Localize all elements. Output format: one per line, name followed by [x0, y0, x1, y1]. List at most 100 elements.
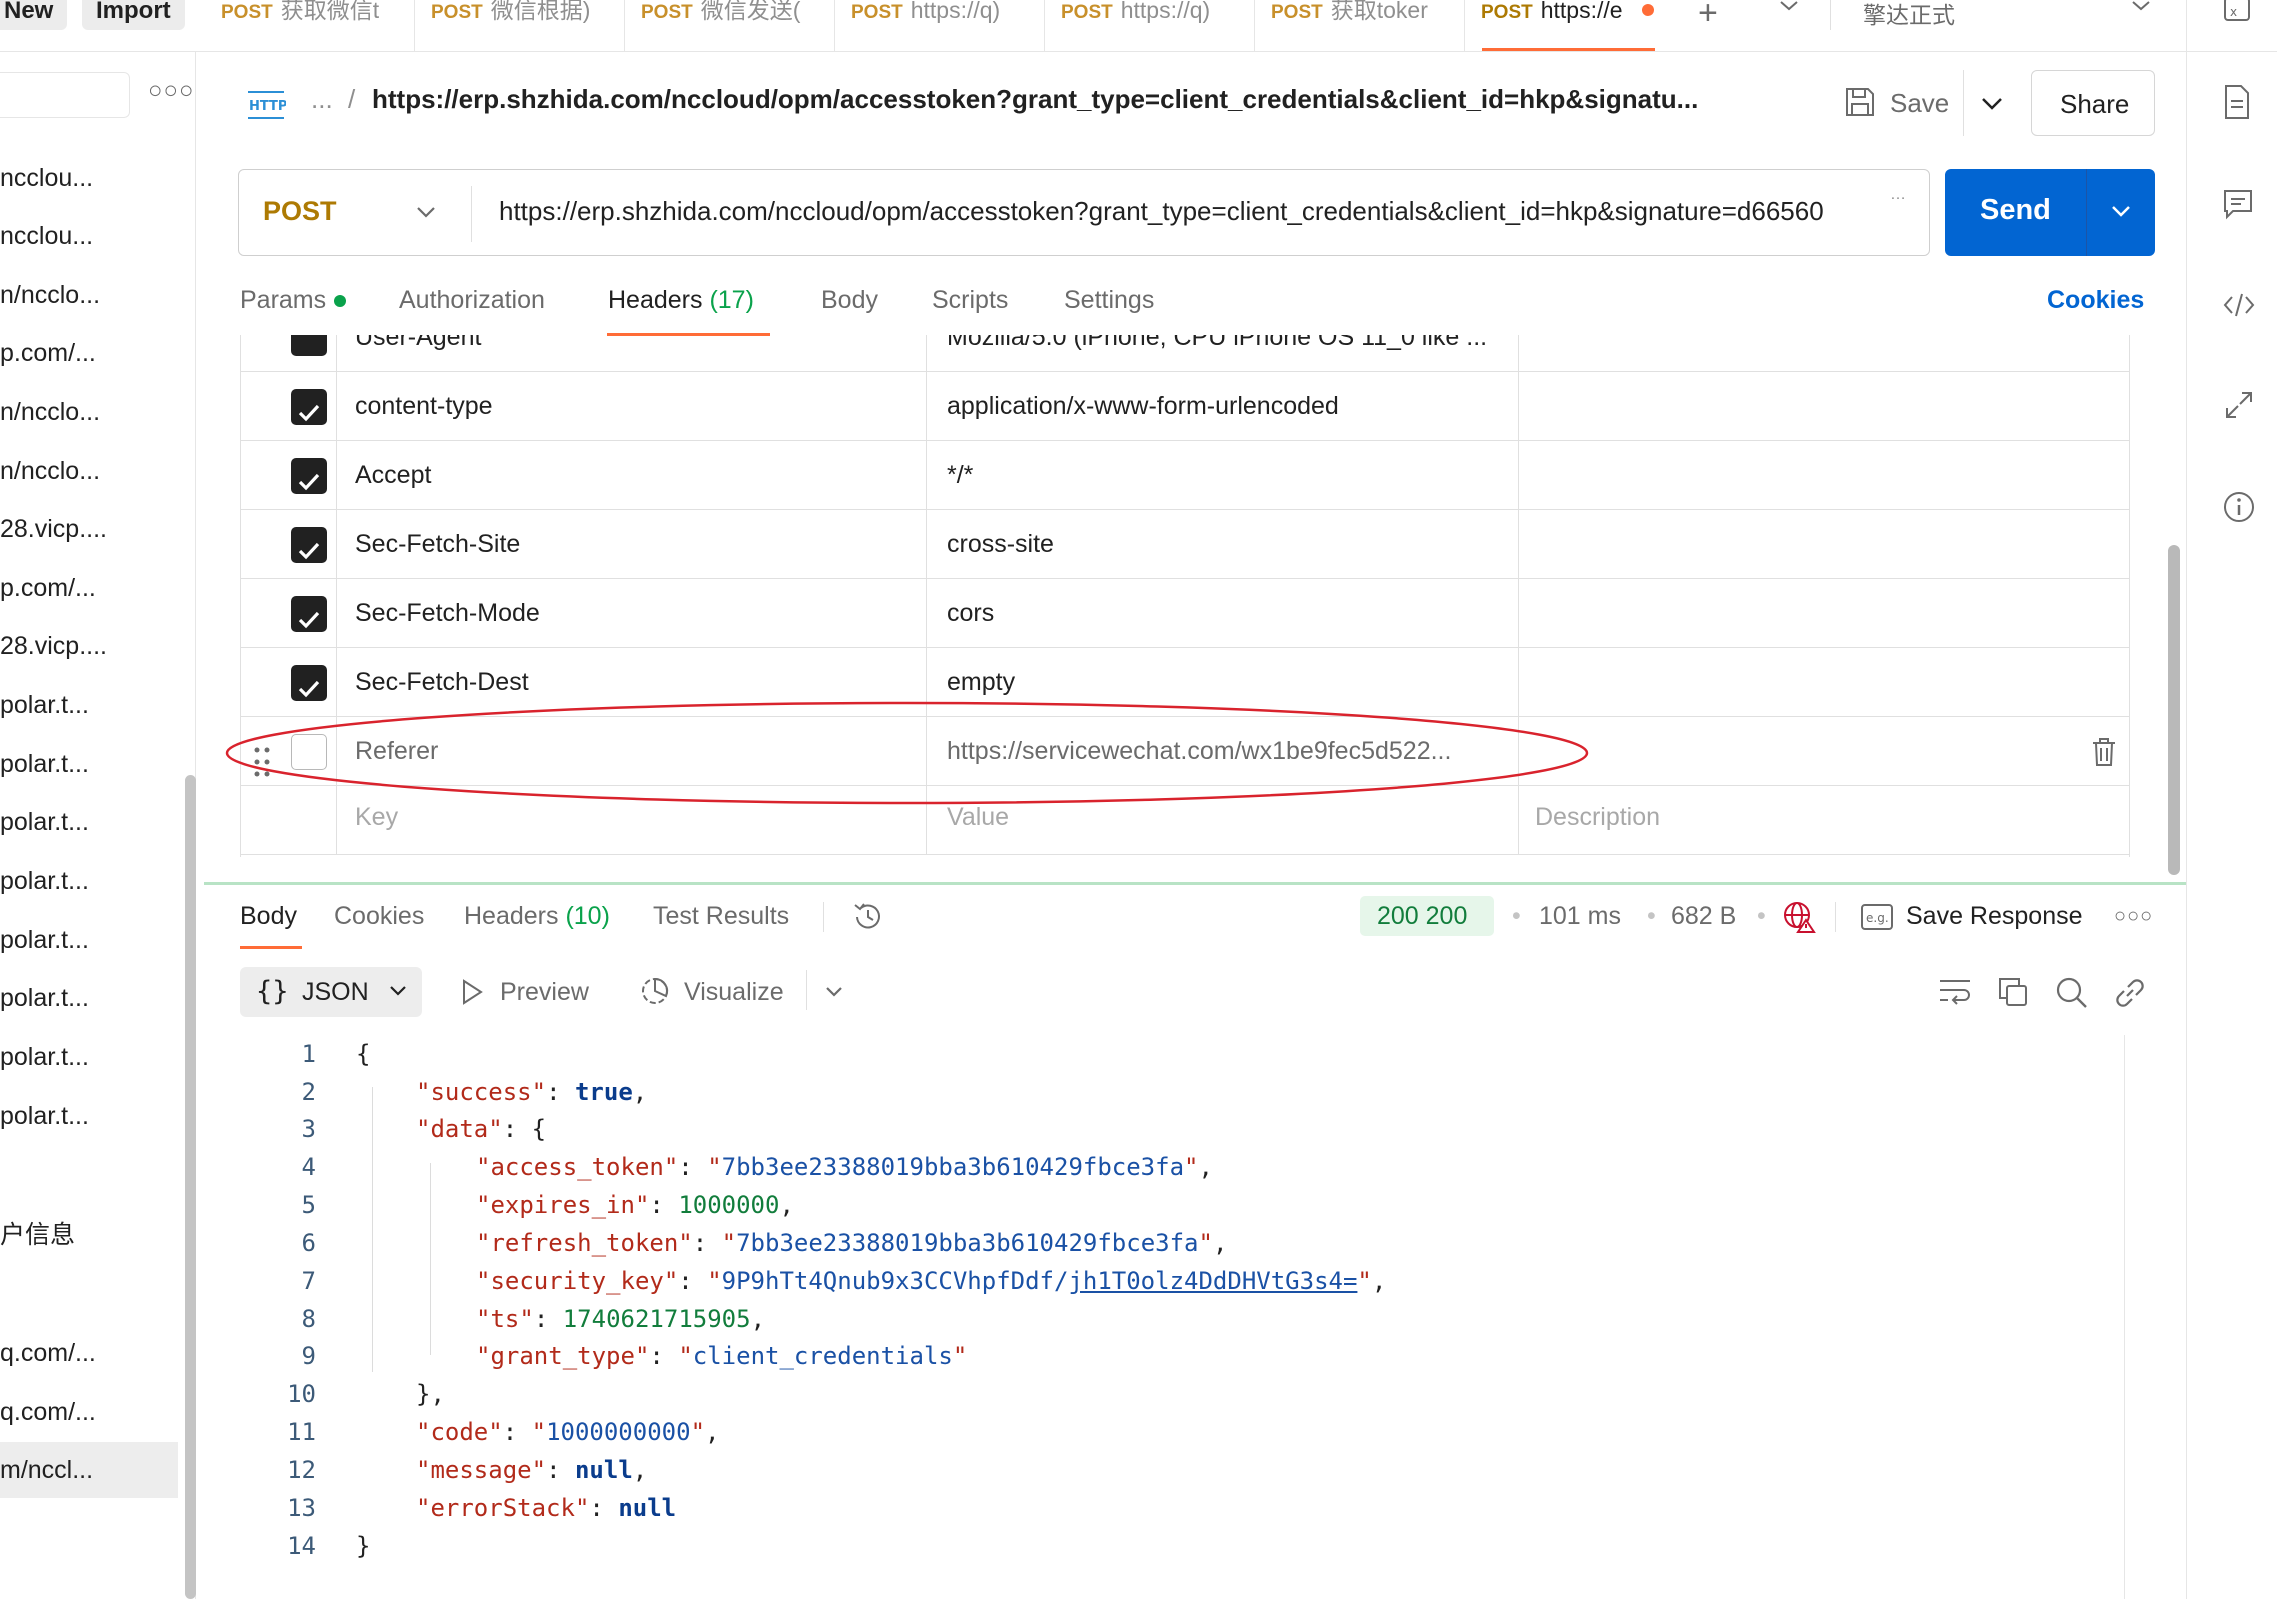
- sidebar-item[interactable]: p.com/...: [0, 560, 180, 616]
- share-button[interactable]: Share: [2031, 70, 2155, 136]
- request-tab-active[interactable]: POST https://e: [1465, 0, 1655, 52]
- method-chevron-icon[interactable]: [415, 206, 437, 225]
- documentation-icon[interactable]: [2222, 84, 2252, 125]
- sidebar-item[interactable]: polar.t...: [0, 794, 180, 850]
- sidebar-item[interactable]: n/ncclo...: [0, 267, 180, 323]
- tab-params[interactable]: Params: [240, 286, 347, 315]
- sidebar-scrollbar[interactable]: [185, 775, 196, 1599]
- visualize-chevron-icon[interactable]: [824, 986, 844, 1004]
- save-response-icon[interactable]: e.g.: [1860, 902, 1894, 937]
- sidebar-item[interactable]: polar.t...: [0, 853, 180, 909]
- sidebar-item[interactable]: 28.vicp....: [0, 618, 180, 674]
- import-button[interactable]: Import: [82, 0, 185, 30]
- new-button[interactable]: New: [0, 0, 68, 30]
- header-description[interactable]: [1519, 717, 2129, 786]
- breadcrumb-ellipsis[interactable]: ...: [311, 84, 333, 115]
- sidebar-item[interactable]: q.com/...: [0, 1325, 180, 1381]
- header-description[interactable]: [1519, 510, 2129, 579]
- sidebar-item[interactable]: 28.vicp....: [0, 501, 180, 557]
- cookies-link[interactable]: Cookies: [2047, 286, 2144, 315]
- save-response-button[interactable]: Save Response: [1906, 902, 2083, 931]
- more-options-icon[interactable]: ○○○: [148, 77, 195, 105]
- tab-authorization[interactable]: Authorization: [399, 286, 545, 315]
- new-tab-icon[interactable]: +: [1698, 0, 1718, 33]
- header-value[interactable]: application/x-www-form-urlencoded: [927, 372, 1519, 441]
- header-key[interactable]: Sec-Fetch-Site: [337, 510, 927, 579]
- comments-icon[interactable]: [2222, 188, 2254, 225]
- code-icon[interactable]: [2222, 290, 2256, 325]
- sidebar-item[interactable]: n/ncclo...: [0, 443, 180, 499]
- header-description[interactable]: [1519, 372, 2129, 441]
- sidebar-item[interactable]: q.com/...: [0, 1384, 180, 1440]
- sidebar-item[interactable]: polar.t...: [0, 1088, 180, 1144]
- url-input[interactable]: https://erp.shzhida.com/nccloud/opm/acce…: [499, 196, 1899, 227]
- sidebar-item[interactable]: polar.t...: [0, 912, 180, 968]
- checkbox-checked[interactable]: [291, 596, 327, 632]
- header-value[interactable]: */*: [927, 441, 1519, 510]
- preview-icon[interactable]: [460, 978, 484, 1011]
- save-options-chevron-icon[interactable]: [1980, 96, 2004, 117]
- description-placeholder[interactable]: Description: [1519, 786, 2129, 855]
- sidebar-item[interactable]: polar.t...: [0, 677, 180, 733]
- copy-icon[interactable]: [1997, 976, 2029, 1013]
- format-select[interactable]: {} JSON: [240, 967, 422, 1017]
- trash-icon[interactable]: [2091, 737, 2117, 772]
- related-collections-icon[interactable]: [2224, 390, 2254, 425]
- visualize-button[interactable]: Visualize: [684, 978, 784, 1007]
- link-icon[interactable]: [2113, 976, 2147, 1015]
- sidebar-item[interactable]: p.com/...: [0, 325, 180, 381]
- environment-quick-look-icon[interactable]: x: [2222, 0, 2252, 29]
- response-tab-test-results[interactable]: Test Results: [653, 902, 789, 931]
- wrap-lines-icon[interactable]: [1938, 976, 1972, 1011]
- request-tab[interactable]: POST 获取微信t: [205, 0, 415, 52]
- header-value[interactable]: cross-site: [927, 510, 1519, 579]
- history-icon[interactable]: [851, 900, 885, 939]
- header-description[interactable]: [1519, 579, 2129, 648]
- send-options-chevron-icon[interactable]: [2110, 205, 2132, 224]
- sidebar-item[interactable]: polar.t...: [0, 970, 180, 1026]
- chevron-down-icon[interactable]: [1778, 0, 1800, 19]
- network-globe-warning-icon[interactable]: [1782, 900, 1816, 939]
- header-key[interactable]: content-type: [337, 372, 927, 441]
- header-key[interactable]: Accept: [337, 441, 927, 510]
- response-tab-body[interactable]: Body: [240, 902, 297, 931]
- checkbox-checked[interactable]: [291, 527, 327, 563]
- tab-settings[interactable]: Settings: [1064, 286, 1154, 315]
- request-tab[interactable]: POST 微信根据): [415, 0, 625, 52]
- request-tab[interactable]: POST 获取toker: [1255, 0, 1465, 52]
- sidebar-item[interactable]: polar.t...: [0, 1029, 180, 1085]
- header-key[interactable]: Sec-Fetch-Mode: [337, 579, 927, 648]
- header-description[interactable]: [1519, 648, 2129, 717]
- sidebar-item[interactable]: polar.t...: [0, 736, 180, 792]
- tab-body[interactable]: Body: [821, 286, 878, 315]
- response-tab-headers[interactable]: Headers (10): [464, 902, 610, 931]
- response-time[interactable]: 101 ms: [1539, 902, 1621, 931]
- sidebar-item[interactable]: ncclou...: [0, 150, 180, 206]
- visualize-icon[interactable]: [638, 974, 672, 1013]
- header-key[interactable]: User-Agent: [337, 335, 927, 372]
- header-description[interactable]: [1519, 441, 2129, 510]
- info-icon[interactable]: [2222, 490, 2256, 529]
- sidebar-search-input[interactable]: [0, 72, 130, 118]
- status-badge[interactable]: 200 200: [1360, 896, 1494, 936]
- header-value[interactable]: cors: [927, 579, 1519, 648]
- sidebar-item[interactable]: n/ncclo...: [0, 384, 180, 440]
- checkbox-checked[interactable]: [291, 458, 327, 494]
- header-value[interactable]: Mozilla/5.0 (iPhone; CPU iPhone OS 11_0 …: [927, 335, 1519, 372]
- checkbox-checked[interactable]: [291, 665, 327, 701]
- search-icon[interactable]: [2055, 976, 2089, 1015]
- method-select[interactable]: POST: [263, 196, 337, 227]
- send-button[interactable]: Send: [1945, 169, 2155, 256]
- save-icon[interactable]: [1844, 86, 1876, 123]
- save-button[interactable]: Save: [1890, 88, 1949, 119]
- request-name[interactable]: https://erp.shzhida.com/nccloud/opm/acce…: [372, 84, 1698, 115]
- request-tab[interactable]: POST https://q): [835, 0, 1045, 52]
- more-options-icon[interactable]: ○○○: [2114, 905, 2153, 928]
- json-value-link[interactable]: jh1T0olz4DdDHVtG3s4=: [1068, 1267, 1357, 1295]
- request-tab[interactable]: POST https://q): [1045, 0, 1255, 52]
- response-tab-cookies[interactable]: Cookies: [334, 902, 424, 931]
- pane-divider[interactable]: [204, 882, 2186, 885]
- preview-button[interactable]: Preview: [500, 978, 589, 1007]
- header-description[interactable]: [1519, 335, 2129, 372]
- sidebar-item[interactable]: 户信息: [0, 1207, 180, 1263]
